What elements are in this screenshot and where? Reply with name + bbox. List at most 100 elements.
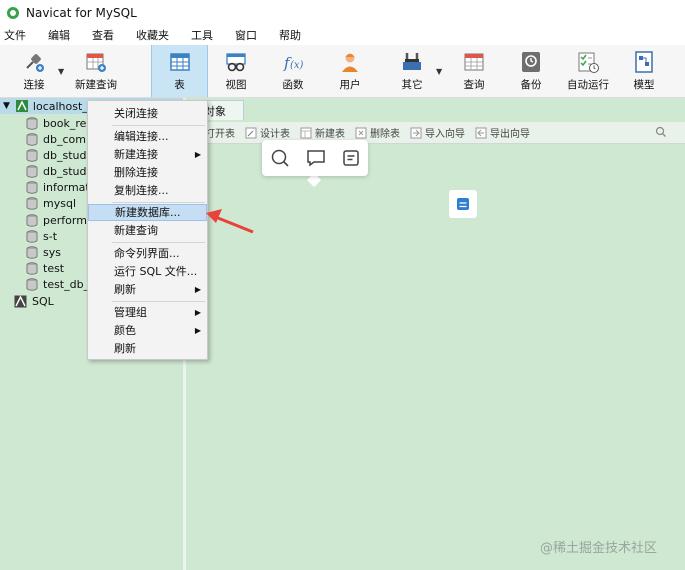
tree-db-item[interactable]: test	[26, 260, 64, 276]
model-icon	[635, 51, 653, 73]
tree-db-item[interactable]: db_comp	[26, 131, 93, 147]
menu-color[interactable]: 颜色 ▶	[88, 322, 207, 339]
tree-db-item[interactable]: mysql	[26, 195, 76, 211]
tab-bar: 对象	[186, 98, 685, 120]
menu-delete-connection[interactable]: 删除连接	[88, 164, 207, 181]
menu-edit-connection[interactable]: 编辑连接...	[88, 128, 207, 145]
autorun-icon	[578, 52, 599, 73]
menu-separator	[112, 202, 205, 203]
svg-text:(x): (x)	[290, 60, 304, 71]
menu-manage-group[interactable]: 管理组 ▶	[88, 304, 207, 321]
new-query-button[interactable]: 新建查询	[72, 45, 120, 97]
submenu-arrow-icon: ▶	[194, 326, 201, 335]
database-icon	[26, 148, 38, 162]
design-table-button[interactable]: 设计表	[245, 125, 290, 140]
plug-icon	[26, 54, 44, 72]
new-table-icon	[300, 127, 312, 138]
import-icon	[410, 127, 422, 138]
menu-copy-connection[interactable]: 复制连接...	[88, 182, 207, 199]
menu-separator	[112, 125, 205, 126]
object-toolbar: 打开表 设计表 新建表 删除表 导入向导 导出向导	[186, 122, 685, 144]
query-icon	[464, 53, 484, 71]
note-icon[interactable]	[342, 149, 360, 167]
menu-new-connection[interactable]: 新建连接 ▶	[88, 146, 207, 163]
database-icon	[26, 164, 38, 178]
database-icon	[26, 245, 38, 259]
model-button[interactable]: 模型	[622, 45, 666, 97]
floating-widget[interactable]	[449, 190, 477, 218]
search-icon[interactable]	[270, 148, 290, 168]
database-icon	[26, 180, 38, 194]
menu-help[interactable]: 帮助	[279, 27, 301, 43]
menu-run-sql-file[interactable]: 运行 SQL 文件...	[88, 263, 207, 280]
tree-db-item[interactable]: db_stude	[26, 163, 93, 179]
chevron-down-icon[interactable]: ▼	[3, 101, 10, 111]
tree-db-item[interactable]: test_db_c	[26, 276, 95, 292]
submenu-arrow-icon: ▶	[194, 308, 201, 317]
export-wizard-button[interactable]: 导出向导	[475, 125, 530, 140]
menu-new-query[interactable]: 新建查询	[88, 222, 207, 239]
delete-table-icon	[355, 127, 367, 138]
menu-tools[interactable]: 工具	[191, 27, 213, 43]
function-button[interactable]: f (x) 函数	[271, 45, 315, 97]
table-icon	[169, 53, 190, 71]
navicat-logo-icon	[7, 6, 19, 19]
database-icon	[26, 277, 38, 291]
menu-edit[interactable]: 编辑	[48, 27, 70, 43]
menu-refresh-sub[interactable]: 刷新 ▶	[88, 281, 207, 298]
comment-icon[interactable]	[306, 148, 326, 168]
menu-separator	[112, 301, 205, 302]
book-icon	[457, 198, 469, 210]
new-query-icon	[86, 53, 106, 72]
menu-close-connection[interactable]: 关闭连接	[88, 105, 207, 122]
database-icon	[26, 261, 38, 275]
user-icon	[342, 53, 358, 72]
design-table-icon	[245, 127, 257, 138]
query-button[interactable]: 查询	[452, 45, 496, 97]
menu-window[interactable]: 窗口	[235, 27, 257, 43]
autorun-button[interactable]: 自动运行	[565, 45, 611, 97]
table-button[interactable]: 表	[151, 45, 208, 97]
tree-db-item[interactable]: informati	[26, 179, 93, 195]
tree-db-item[interactable]: performa	[26, 212, 94, 228]
menu-new-database[interactable]: 新建数据库...	[88, 204, 207, 221]
menu-file[interactable]: 文件	[4, 27, 26, 43]
view-icon	[226, 53, 246, 72]
other-button[interactable]: 其它	[390, 45, 434, 97]
menu-bar: 文件 编辑 查看 收藏夹 工具 窗口 帮助	[0, 25, 685, 45]
tree-db-item[interactable]: sys	[26, 244, 61, 260]
connection-icon	[15, 100, 28, 112]
tools-icon	[403, 53, 421, 70]
backup-icon	[522, 52, 540, 72]
tree-db-item[interactable]: book_rea	[26, 115, 93, 131]
floating-toolbar	[262, 140, 368, 176]
database-icon	[26, 116, 38, 130]
tree-sql-node[interactable]: SQL	[14, 293, 54, 309]
backup-button[interactable]: 备份	[509, 45, 553, 97]
menu-refresh[interactable]: 刷新	[88, 340, 207, 357]
new-table-button[interactable]: 新建表	[300, 125, 345, 140]
connect-button[interactable]: 连接	[14, 45, 54, 97]
menu-command-line[interactable]: 命令列界面...	[88, 245, 207, 262]
main-toolbar: 连接 ▼ 新建查询 表 视图 f (x) 函数 用户 其它 ▼ 查询 备份 自动运…	[0, 45, 685, 98]
view-button[interactable]: 视图	[214, 45, 258, 97]
export-icon	[475, 127, 487, 138]
delete-table-button[interactable]: 删除表	[355, 125, 400, 140]
title-bar: Navicat for MySQL	[0, 0, 685, 25]
search-icon[interactable]	[655, 126, 667, 138]
window-title: Navicat for MySQL	[26, 5, 137, 20]
menu-favorites[interactable]: 收藏夹	[136, 27, 169, 43]
connection-label: localhost_3	[32, 99, 95, 113]
database-icon	[26, 229, 38, 243]
menu-separator	[112, 242, 205, 243]
import-wizard-button[interactable]: 导入向导	[410, 125, 465, 140]
watermark: @稀土掘金技术社区	[540, 541, 658, 556]
sql-connection-icon	[14, 294, 27, 307]
submenu-arrow-icon: ▶	[194, 285, 201, 294]
user-button[interactable]: 用户	[328, 45, 372, 97]
menu-view[interactable]: 查看	[92, 27, 114, 43]
connect-dropdown-icon[interactable]: ▼	[58, 67, 64, 76]
other-dropdown-icon[interactable]: ▼	[436, 67, 442, 76]
tree-db-item[interactable]: db_stude	[26, 147, 93, 163]
tree-db-item[interactable]: s-t	[26, 228, 57, 244]
